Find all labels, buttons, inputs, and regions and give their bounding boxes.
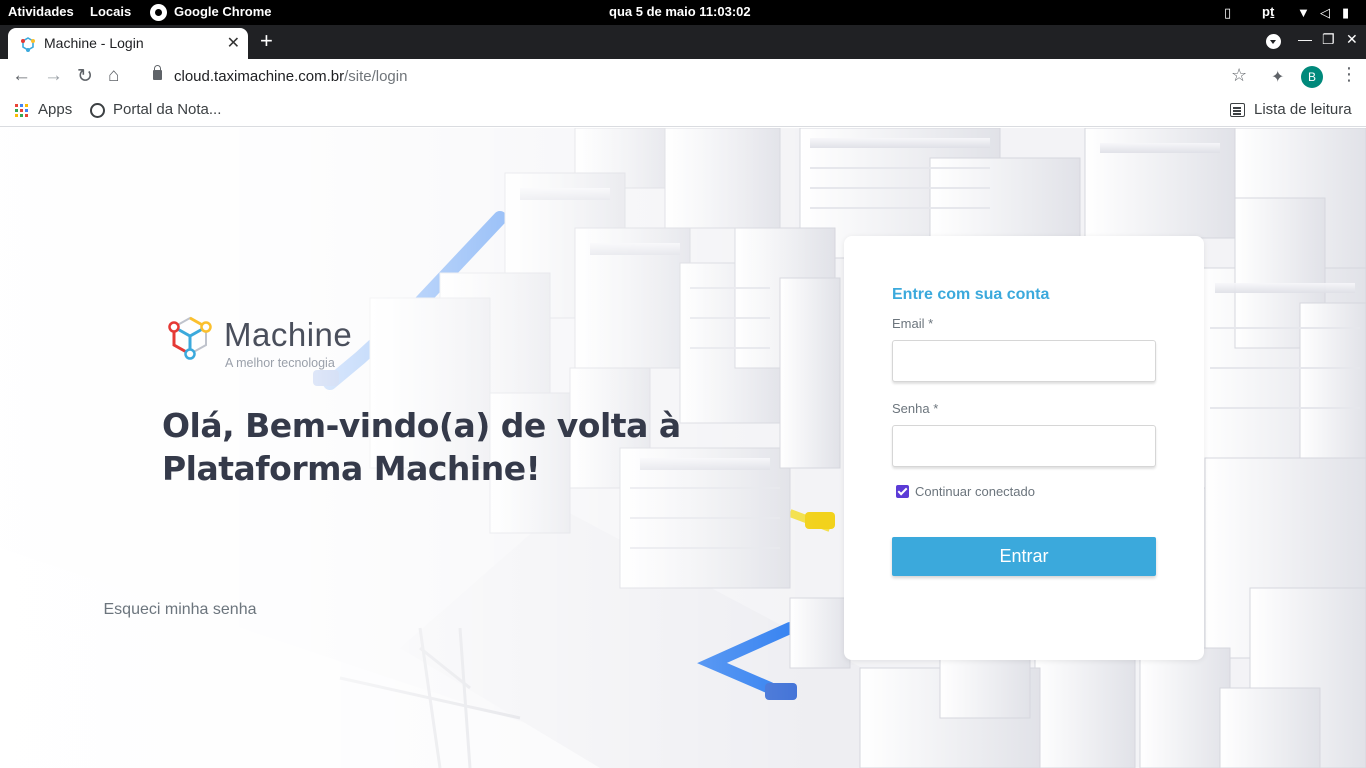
lock-icon[interactable] <box>153 65 162 80</box>
activities-button[interactable]: Atividades <box>8 4 74 19</box>
window-close-icon[interactable]: ✕ <box>1346 31 1358 48</box>
places-menu[interactable]: Locais <box>90 4 131 19</box>
login-card: Entre com sua conta Email * Senha * Cont… <box>844 236 1204 660</box>
clock[interactable]: qua 5 de maio 11:03:02 <box>609 4 751 19</box>
tab-title: Machine - Login <box>44 35 144 51</box>
chrome-app-icon <box>150 4 167 21</box>
forward-icon[interactable]: → <box>44 65 63 87</box>
clipboard-icon[interactable]: ▯ <box>1224 5 1231 21</box>
login-button[interactable]: Entrar <box>892 537 1156 576</box>
password-field[interactable] <box>892 425 1156 467</box>
volume-icon[interactable]: ◁ <box>1320 5 1330 21</box>
new-tab-icon[interactable]: + <box>260 28 273 54</box>
forgot-password-link[interactable]: Esqueci minha senha <box>48 601 312 619</box>
url-text[interactable]: cloud.taximachine.com.br/site/login <box>174 68 407 85</box>
app-menu[interactable]: Google Chrome <box>174 4 272 19</box>
battery-icon[interactable]: ▮ <box>1342 5 1349 21</box>
reload-icon[interactable]: ↻ <box>77 65 93 88</box>
welcome-heading: Olá, Bem-vindo(a) de volta à Plataforma … <box>162 406 681 488</box>
apps-grid-icon[interactable] <box>15 104 29 118</box>
globe-icon[interactable] <box>90 103 105 118</box>
reading-list-icon[interactable] <box>1230 103 1245 117</box>
maximize-icon[interactable]: ❐ <box>1322 31 1335 48</box>
tab-strip: Machine - Login ✕ + — ❐ ✕ <box>0 25 1366 59</box>
tab-search-icon[interactable] <box>1266 34 1281 49</box>
brand-tagline: A melhor tecnologia <box>225 356 335 370</box>
profile-avatar[interactable]: B <box>1301 66 1323 88</box>
back-icon[interactable]: ← <box>12 65 31 87</box>
bookmark-portal[interactable]: Portal da Nota... <box>113 101 221 118</box>
remember-label[interactable]: Continuar conectado <box>915 484 1035 499</box>
reading-list-button[interactable]: Lista de leitura <box>1254 101 1352 118</box>
browser-toolbar: ← → ↻ ⌂ cloud.taximachine.com.br/site/lo… <box>0 59 1366 95</box>
address-bar[interactable]: cloud.taximachine.com.br/site/login <box>140 63 1266 91</box>
remember-checkbox[interactable] <box>896 485 909 498</box>
bookmark-star-icon[interactable]: ☆ <box>1231 65 1247 86</box>
bookmark-apps[interactable]: Apps <box>38 101 72 118</box>
email-label: Email * <box>892 316 934 331</box>
machine-logo-icon <box>168 316 212 360</box>
minimize-icon[interactable]: — <box>1298 31 1312 47</box>
wifi-icon[interactable]: ▼ <box>1297 5 1310 20</box>
login-title: Entre com sua conta <box>892 286 1050 303</box>
brand-name: Machine <box>224 316 353 353</box>
tab-close-icon[interactable]: ✕ <box>227 33 240 53</box>
home-icon[interactable]: ⌂ <box>108 65 119 87</box>
chrome-menu-icon[interactable]: ⋮ <box>1340 64 1358 85</box>
tab-machine-login[interactable]: Machine - Login ✕ <box>8 28 248 59</box>
login-page: Machine A melhor tecnologia Olá, Bem-vin… <box>0 128 1366 768</box>
machine-favicon-icon <box>21 37 35 52</box>
machine-logo: Machine A melhor tecnologia <box>166 312 376 372</box>
email-field[interactable] <box>892 340 1156 382</box>
password-label: Senha * <box>892 401 939 416</box>
extensions-icon[interactable]: ✦ <box>1271 67 1284 87</box>
language-indicator[interactable]: pṯ <box>1262 4 1274 19</box>
bookmarks-bar: Apps Portal da Nota... Lista de leitura <box>0 95 1366 127</box>
system-top-bar: Atividades Locais Google Chrome qua 5 de… <box>0 0 1366 25</box>
